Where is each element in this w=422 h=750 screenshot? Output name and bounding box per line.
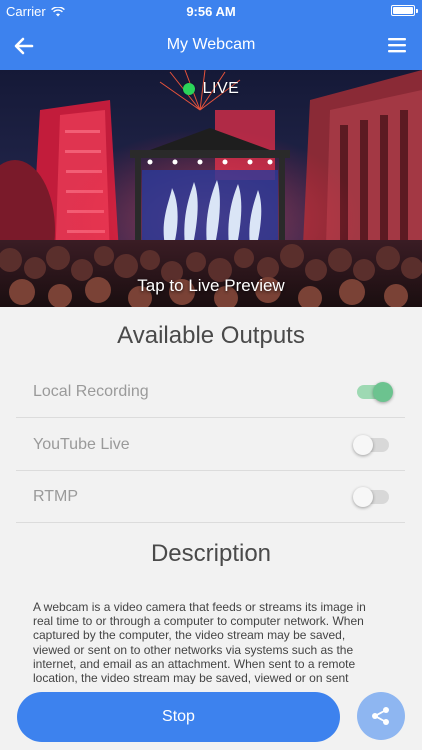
description-title: Description [150,540,272,567]
output-label: RTMP [33,488,79,505]
battery-icon [391,5,418,16]
toggle-knob [373,382,393,402]
output-row-rtmp: RTMP [16,471,405,523]
screen: Carrier 9:56 AM My Webcam LIVE Tap to Li… [0,0,422,750]
live-preview[interactable]: LIVE Tap to Live Preview [0,70,422,307]
hamburger-menu-icon[interactable] [386,34,410,58]
share-button[interactable] [357,692,405,740]
page-title: My Webcam [166,36,256,53]
local-recording-toggle[interactable] [357,382,393,402]
status-bar: Carrier 9:56 AM [0,0,422,22]
live-status-dot [182,83,195,95]
output-row-local-recording: Local Recording [16,366,405,418]
concert-preview-image [0,70,422,307]
clock: 9:56 AM [186,4,236,19]
toggle-knob [353,487,373,507]
output-row-youtube-live: YouTube Live [16,419,405,471]
output-label: Local Recording [33,383,149,400]
navigation-bar: My Webcam [0,22,422,70]
output-label: YouTube Live [33,436,130,453]
rtmp-toggle[interactable] [353,487,389,507]
tap-to-preview-label[interactable]: Tap to Live Preview [0,276,422,296]
outputs-title: Available Outputs [117,322,305,349]
description-text: A webcam is a video camera that feeds or… [33,600,366,685]
share-icon [372,707,389,725]
toggle-knob [353,435,373,455]
live-label: LIVE [202,80,240,97]
youtube-live-toggle[interactable] [353,435,389,455]
bottom-action-bar: Stop [0,684,422,750]
live-indicator: LIVE [0,80,422,98]
stop-button[interactable]: Stop [17,692,340,742]
